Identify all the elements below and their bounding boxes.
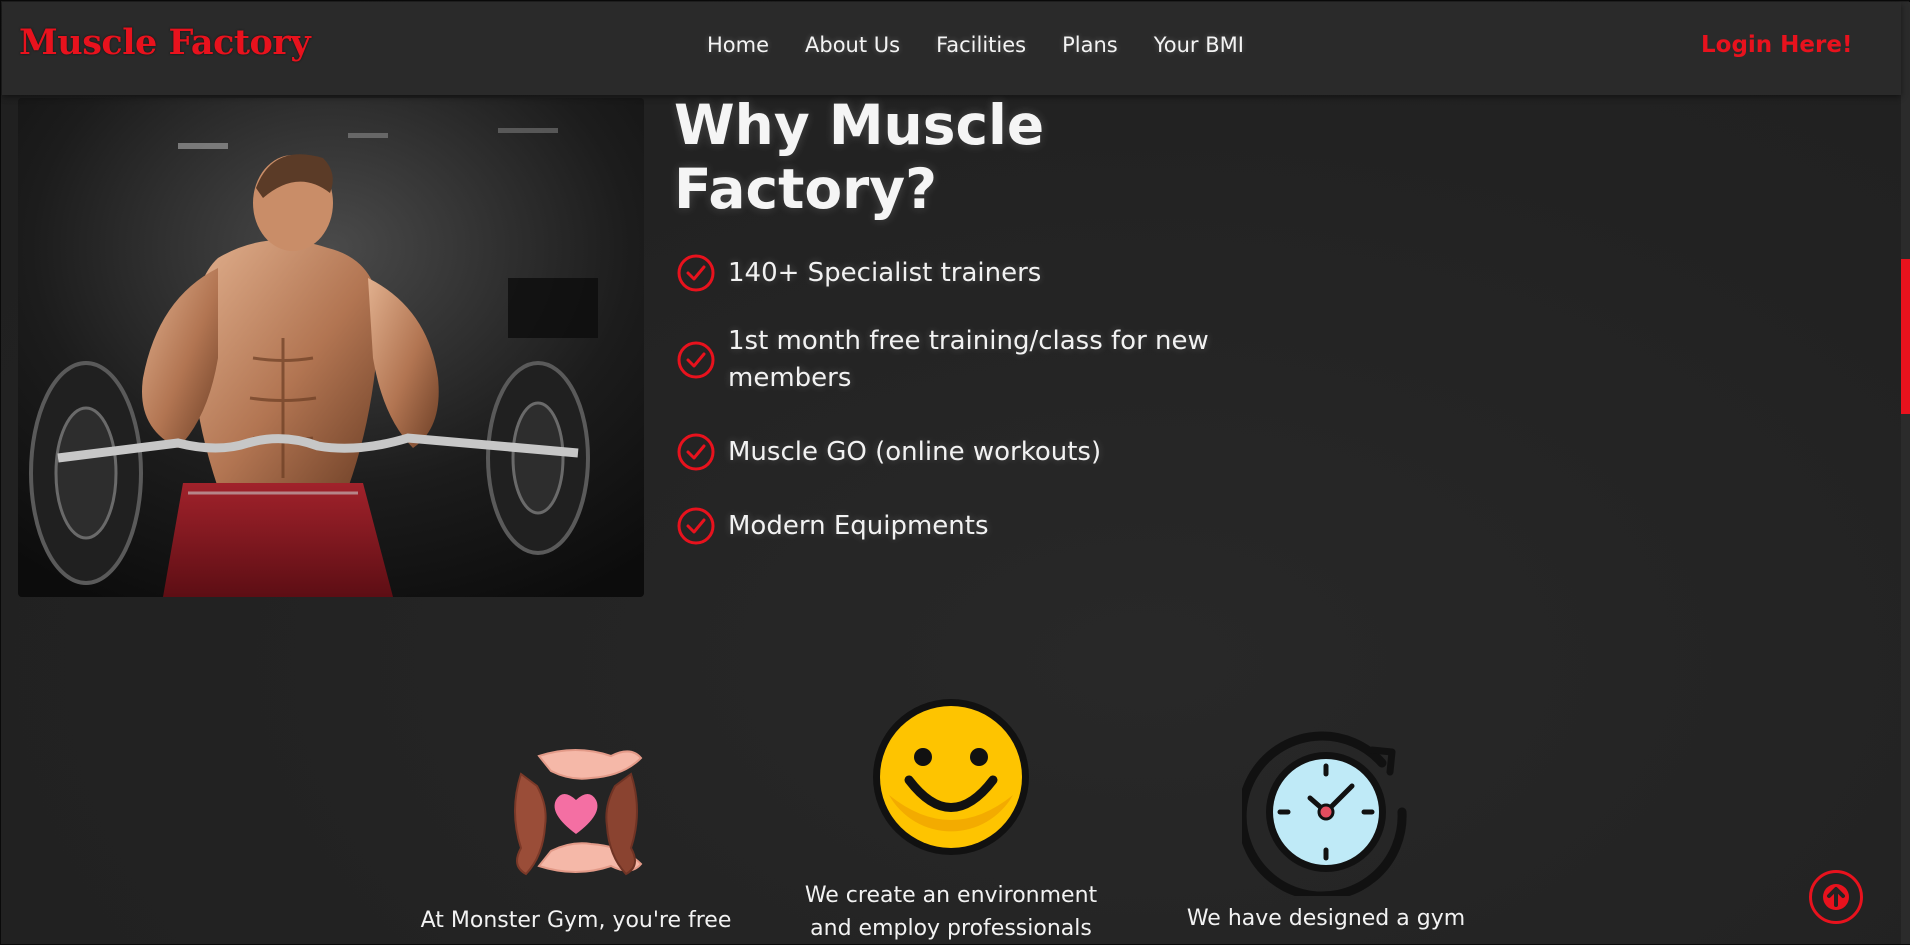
benefit-card-text: We have designed a gym	[1186, 906, 1466, 931]
feature-text: Muscle GO (online workouts)	[728, 436, 1102, 467]
check-circle-icon	[677, 507, 715, 545]
benefit-card-text: We create an environment	[804, 883, 1098, 908]
smiley-face-icon	[873, 699, 1029, 855]
benefit-card: We have designed a gym	[1151, 728, 1501, 935]
check-circle-icon	[677, 341, 715, 379]
nav-link-plans[interactable]: Plans	[1062, 33, 1118, 57]
back-to-top-button[interactable]	[1809, 870, 1863, 924]
navbar: Muscle Factory Home About Us Facilities …	[2, 2, 1901, 95]
feature-text: Modern Equipments	[728, 510, 989, 541]
nav-link-facilities[interactable]: Facilities	[936, 33, 1026, 57]
nav-link-your-bmi[interactable]: Your BMI	[1154, 33, 1244, 57]
bodybuilder-image	[18, 98, 644, 597]
feature-item: 140+ Specialist trainers	[676, 253, 1041, 293]
feature-item: Muscle GO (online workouts)	[676, 432, 1101, 472]
feature-item: Modern Equipments	[676, 506, 989, 546]
feature-text-line1: 1st month free training/class for new	[728, 326, 1209, 356]
login-link[interactable]: Login Here!	[1701, 32, 1852, 58]
nav-link-home[interactable]: Home	[707, 33, 769, 57]
caring-hands-heart-icon	[514, 749, 643, 876]
feature-text: 1st month free training/class for new me…	[728, 323, 1209, 397]
section-title-line2: Factory?	[674, 157, 938, 221]
feature-item: 1st month free training/class for new me…	[676, 323, 1209, 397]
check-circle-icon	[677, 433, 715, 471]
feature-text-line2: members	[728, 363, 852, 393]
benefit-card-text-line2: and employ professionals	[810, 916, 1092, 941]
benefit-card: At Monster Gym, you're free	[401, 726, 751, 937]
benefit-card-text: At Monster Gym, you're free	[420, 908, 732, 933]
nav-link-about-us[interactable]: About Us	[805, 33, 900, 57]
scrollbar-thumb[interactable]	[1901, 259, 1910, 414]
arrow-up-circle-icon	[1823, 884, 1849, 910]
site-logo[interactable]: Muscle Factory	[19, 22, 311, 63]
feature-text: 140+ Specialist trainers	[728, 257, 1042, 288]
section-title: Why Muscle Factory?	[674, 93, 1194, 221]
page: Muscle Factory Home About Us Facilities …	[0, 0, 1910, 945]
section-title-line1: Why Muscle	[674, 93, 1045, 157]
clock-icon	[1242, 731, 1407, 896]
scrollbar-track[interactable]	[1901, 2, 1910, 944]
hero-image	[18, 98, 644, 597]
nav-links: Home About Us Facilities Plans Your BMI	[707, 33, 1244, 57]
check-circle-icon	[677, 254, 715, 292]
benefit-card: We create an environment and employ prof…	[776, 695, 1126, 945]
